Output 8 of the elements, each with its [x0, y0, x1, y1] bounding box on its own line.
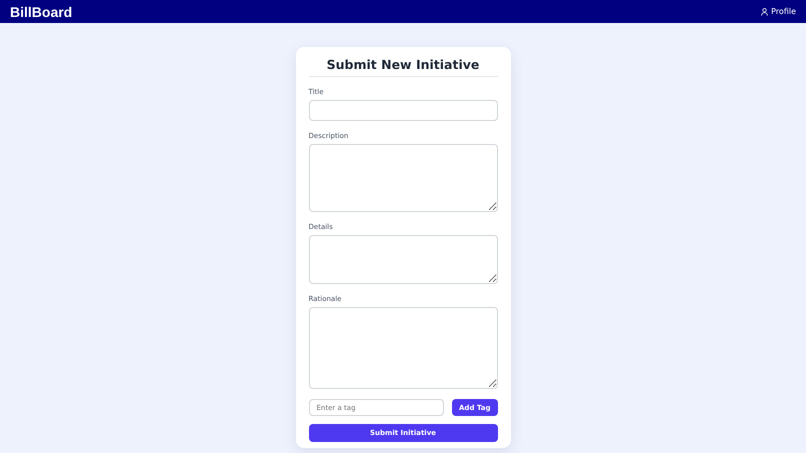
- text-area[interactable]: [308, 144, 498, 212]
- text-area[interactable]: [308, 235, 498, 284]
- brand-logo[interactable]: BillBoard: [10, 4, 72, 20]
- text-area[interactable]: [308, 307, 498, 389]
- profile-link[interactable]: Profile: [761, 7, 796, 16]
- form-title: Submit New Initiative: [308, 57, 498, 77]
- user-icon: [761, 8, 768, 16]
- input-field[interactable]: [308, 100, 498, 121]
